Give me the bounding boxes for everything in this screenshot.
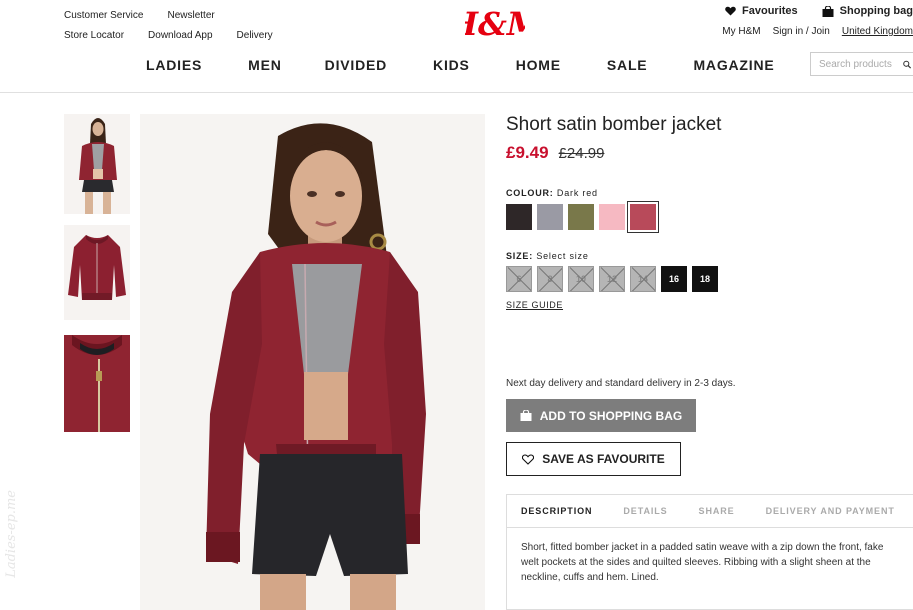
size-option-8[interactable]: 8 xyxy=(537,266,563,292)
watermark: Ladies-ep.me xyxy=(4,490,19,578)
shopping-bag-icon xyxy=(520,410,532,421)
search-icon[interactable] xyxy=(903,59,911,70)
tab-delivery-payment[interactable]: DELIVERY AND PAYMENT xyxy=(766,506,895,516)
add-to-bag-button[interactable]: ADD TO SHOPPING BAG xyxy=(506,399,696,432)
customer-service-link[interactable]: Customer Service xyxy=(64,10,143,21)
nav-magazine[interactable]: MAGAZINE xyxy=(693,57,774,73)
svg-text:H&M: H&M xyxy=(465,5,525,43)
nav-home[interactable]: HOME xyxy=(516,57,561,73)
size-option-6[interactable]: 6 xyxy=(506,266,532,292)
country-selector[interactable]: United Kingdom xyxy=(842,26,913,37)
favourites-label: Favourites xyxy=(742,5,798,17)
colour-label-row: COLOUR: Dark red xyxy=(506,188,598,198)
size-option-14[interactable]: 14 xyxy=(630,266,656,292)
sign-in-link[interactable]: Sign in / Join xyxy=(773,26,830,37)
add-to-bag-label: ADD TO SHOPPING BAG xyxy=(539,408,683,423)
tab-description[interactable]: DESCRIPTION xyxy=(521,506,592,516)
search-box xyxy=(810,52,913,76)
size-label-row: SIZE: Select size xyxy=(506,251,589,261)
model-thumbnail-image xyxy=(79,118,117,214)
header-divider xyxy=(0,92,913,93)
shopping-bag-icon xyxy=(822,5,834,17)
jacket-detail-thumbnail-image xyxy=(64,335,130,432)
favourites-link[interactable]: Favourites xyxy=(725,5,798,17)
delivery-link[interactable]: Delivery xyxy=(237,30,273,41)
product-tabs-panel: DESCRIPTION DETAILS SHARE DELIVERY AND P… xyxy=(506,494,913,610)
swatch-grey[interactable] xyxy=(537,204,563,230)
product-info: Short satin bomber jacket £9.49 £24.99 xyxy=(506,114,721,163)
product-title: Short satin bomber jacket xyxy=(506,114,722,135)
colour-value: Dark red xyxy=(556,188,598,198)
size-option-16[interactable]: 16 xyxy=(661,266,687,292)
nav-divided[interactable]: DIVIDED xyxy=(325,57,387,73)
download-app-link[interactable]: Download App xyxy=(148,30,213,41)
thumbnail-model[interactable] xyxy=(64,114,130,214)
search-input[interactable] xyxy=(819,58,903,70)
shopping-bag-label: Shopping bag xyxy=(839,5,913,17)
colour-label: COLOUR: xyxy=(506,188,554,198)
product-tabs: DESCRIPTION DETAILS SHARE DELIVERY AND P… xyxy=(507,495,913,528)
colour-swatches xyxy=(506,201,659,233)
delivery-note: Next day delivery and standard delivery … xyxy=(506,378,736,389)
size-option-10[interactable]: 10 xyxy=(568,266,594,292)
hm-logo[interactable]: H&M xyxy=(465,3,525,45)
nav-men[interactable]: MEN xyxy=(248,57,282,73)
size-options: 6 8 10 12 14 16 18 xyxy=(506,266,718,292)
swatch-khaki[interactable] xyxy=(568,204,594,230)
my-hm-link[interactable]: My H&M xyxy=(722,26,760,37)
account-area: Favourites Shopping bag My H&M Sign in /… xyxy=(722,4,913,37)
heart-icon xyxy=(725,6,736,16)
thumbnail-jacket-detail[interactable] xyxy=(64,335,130,432)
tab-share[interactable]: SHARE xyxy=(699,506,735,516)
tab-details[interactable]: DETAILS xyxy=(623,506,667,516)
shopping-bag-link[interactable]: Shopping bag xyxy=(822,5,913,17)
sale-price: £9.49 xyxy=(506,143,549,162)
swatch-light-pink[interactable] xyxy=(599,204,625,230)
thumbnail-jacket-front[interactable] xyxy=(64,225,130,320)
price-block: £9.49 £24.99 xyxy=(506,143,721,163)
nav-sale[interactable]: SALE xyxy=(607,57,648,73)
save-favourite-label: SAVE AS FAVOURITE xyxy=(542,452,665,466)
newsletter-link[interactable]: Newsletter xyxy=(167,10,214,21)
store-locator-link[interactable]: Store Locator xyxy=(64,30,124,41)
size-label: SIZE: xyxy=(506,251,534,261)
jacket-front-thumbnail-image xyxy=(68,235,126,300)
original-price: £24.99 xyxy=(558,145,605,162)
swatch-black[interactable] xyxy=(506,204,532,230)
save-favourite-button[interactable]: SAVE AS FAVOURITE xyxy=(506,442,681,476)
main-navigation: LADIES MEN DIVIDED KIDS HOME SALE MAGAZI… xyxy=(146,57,775,73)
model-jacket-photo xyxy=(140,114,485,610)
main-product-image[interactable] xyxy=(140,114,485,610)
size-guide-link[interactable]: SIZE GUIDE xyxy=(506,300,563,310)
product-description: Short, fitted bomber jacket in a padded … xyxy=(521,542,884,583)
utility-links: Customer Service Newsletter Store Locato… xyxy=(64,5,297,45)
size-hint: Select size xyxy=(536,251,589,261)
size-option-12[interactable]: 12 xyxy=(599,266,625,292)
nav-ladies[interactable]: LADIES xyxy=(146,57,202,73)
size-option-18[interactable]: 18 xyxy=(692,266,718,292)
swatch-dark-red[interactable] xyxy=(627,201,659,233)
nav-kids[interactable]: KIDS xyxy=(433,57,470,73)
heart-outline-icon xyxy=(522,453,535,465)
